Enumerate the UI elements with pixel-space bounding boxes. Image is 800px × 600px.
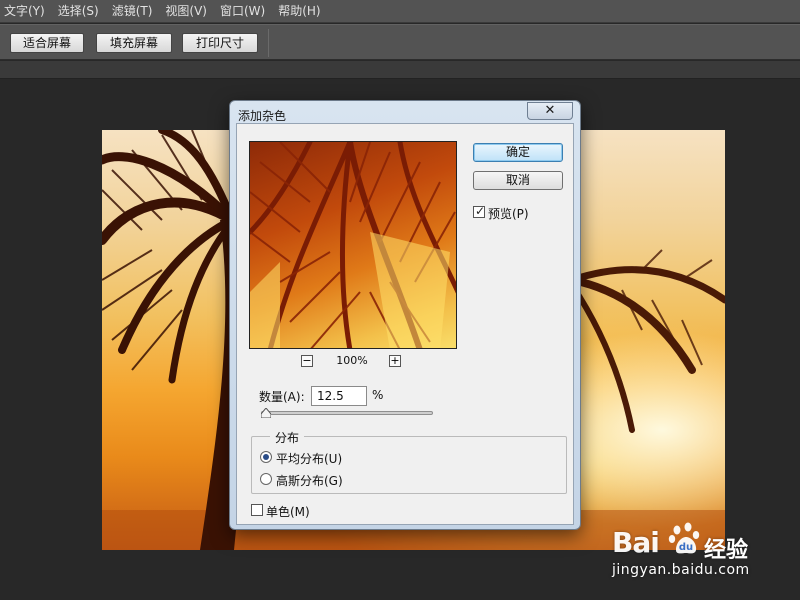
dialog-title: 添加杂色	[238, 109, 287, 123]
amount-label: 数量(A):	[259, 390, 305, 404]
amount-unit: %	[372, 388, 384, 402]
print-size-button[interactable]: 打印尺寸	[182, 33, 258, 53]
menu-filter[interactable]: 滤镜(T)	[108, 0, 161, 23]
zoom-in-button[interactable]: +	[389, 355, 401, 367]
zoom-level: 100%	[336, 354, 368, 367]
paw-icon: du	[668, 522, 700, 554]
dialog-client-area: − 100% + 确定 取消 ✓ 预览(P) 数量(A): % 分布	[236, 123, 574, 525]
zoom-controls: − 100% +	[301, 355, 405, 369]
filter-preview[interactable]	[249, 141, 457, 349]
radio-selected-dot	[263, 454, 269, 460]
options-bar: 适合屏幕 填充屏幕 打印尺寸	[0, 24, 800, 60]
gaussian-label: 高斯分布(G)	[276, 474, 343, 488]
amount-slider-track[interactable]	[261, 411, 433, 415]
watermark-url: jingyan.baidu.com	[612, 562, 750, 578]
uniform-label: 平均分布(U)	[276, 452, 343, 466]
options-separator	[268, 29, 269, 57]
monochrome-label: 单色(M)	[266, 505, 310, 519]
cancel-button[interactable]: 取消	[473, 171, 563, 190]
amount-input[interactable]	[311, 386, 367, 406]
menu-text[interactable]: 文字(Y)	[0, 0, 53, 23]
fill-screen-button[interactable]: 填充屏幕	[96, 33, 172, 53]
close-button[interactable]: ✕	[527, 102, 573, 120]
menu-view[interactable]: 视图(V)	[161, 0, 215, 23]
distribution-group: 分布 平均分布(U) 高斯分布(G)	[251, 429, 567, 494]
document-tab-strip	[0, 61, 800, 79]
ok-button[interactable]: 确定	[473, 143, 563, 162]
checkmark-icon: ✓	[475, 204, 486, 218]
preview-label: 预览(P)	[488, 207, 529, 221]
menu-window[interactable]: 窗口(W)	[216, 0, 273, 23]
minus-icon: −	[302, 354, 312, 367]
distribution-legend: 分布	[270, 429, 305, 446]
menu-help[interactable]: 帮助(H)	[274, 0, 328, 23]
preview-palm-fronds	[250, 142, 456, 348]
amount-slider-thumb[interactable]	[261, 408, 272, 418]
menu-select[interactable]: 选择(S)	[54, 0, 107, 23]
uniform-radio[interactable]	[260, 451, 272, 463]
close-icon: ✕	[544, 103, 556, 118]
svg-text:du: du	[679, 542, 693, 553]
gaussian-radio[interactable]	[260, 473, 272, 485]
baidu-watermark: Bai du 经验 jingyan.baidu.com	[612, 510, 792, 590]
preview-checkbox[interactable]: ✓	[473, 204, 486, 218]
baidu-jingyan-text: 经验	[704, 538, 749, 563]
menu-bar: 文字(Y) 选择(S) 滤镜(T) 视图(V) 窗口(W) 帮助(H)	[0, 0, 800, 23]
baidu-logo: Bai	[612, 526, 660, 559]
monochrome-checkbox[interactable]	[251, 504, 263, 516]
fit-screen-button[interactable]: 适合屏幕	[10, 33, 84, 53]
zoom-out-button[interactable]: −	[301, 355, 313, 367]
add-noise-dialog: 添加杂色 ✕ − 100% + 确定 取消 ✓ 预览(P) 数量(A): 12.…	[229, 100, 581, 530]
plus-icon: +	[390, 354, 400, 367]
